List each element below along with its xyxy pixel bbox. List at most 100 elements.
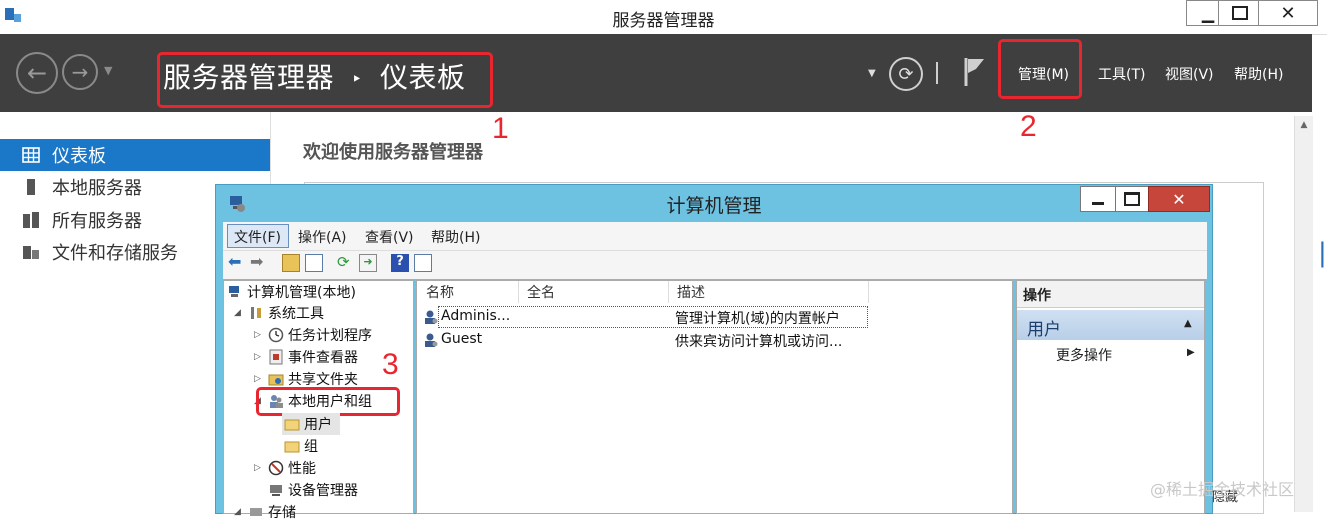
help-icon[interactable]: ? — [391, 254, 409, 272]
annotation-number-2: 2 — [1020, 110, 1037, 143]
cm-menu-file[interactable]: 文件(F) — [234, 227, 281, 247]
server-icon — [27, 179, 35, 195]
cm-minimize-button[interactable] — [1080, 186, 1116, 212]
forward-icon[interactable]: ➡ — [250, 254, 268, 272]
welcome-heading: 欢迎使用服务器管理器 — [303, 142, 483, 163]
notification-dropdown-icon[interactable]: ▼ — [868, 68, 876, 79]
flag-icon[interactable] — [962, 56, 986, 88]
minimize-icon: ▁ — [1201, 3, 1215, 23]
storage-icon — [23, 246, 39, 259]
performance-icon — [268, 460, 284, 476]
cm-menu-help[interactable]: 帮助(H) — [431, 227, 480, 247]
window-title: 服务器管理器 — [612, 11, 715, 31]
back-button[interactable]: ← — [16, 52, 58, 94]
back-icon[interactable]: ⬅ — [228, 254, 246, 272]
expand-toggle-icon[interactable]: ▷ — [254, 374, 264, 384]
minimize-icon — [1092, 201, 1104, 205]
cm-maximize-button[interactable] — [1115, 186, 1149, 212]
annotation-box-1 — [157, 52, 493, 108]
user-icon — [425, 310, 438, 324]
tree-item-computer-management[interactable]: 计算机管理(本地) — [227, 281, 356, 303]
history-dropdown-icon[interactable]: ▼ — [104, 64, 112, 77]
row-description: 供来宾访问计算机或访问... — [675, 334, 843, 350]
up-folder-icon[interactable] — [282, 254, 300, 272]
user-icon — [425, 333, 438, 347]
refresh-icon[interactable]: ⟳ — [889, 57, 923, 91]
collapse-toggle-icon[interactable]: ◢ — [234, 507, 244, 517]
device-manager-icon — [270, 485, 282, 496]
back-arrow-icon: ← — [26, 59, 48, 87]
watermark: @稀土掘金技术社区 — [1150, 480, 1295, 499]
maximize-button[interactable] — [1218, 0, 1262, 26]
submenu-arrow-icon: ▶ — [1187, 347, 1195, 358]
refresh-icon[interactable]: ⟳ — [337, 254, 355, 272]
annotation-box-2 — [998, 39, 1082, 99]
actions-header: 操作 — [1023, 288, 1051, 304]
action-pane-icon[interactable] — [414, 254, 432, 272]
tree-item-users[interactable]: 用户 — [282, 413, 332, 435]
clock-icon — [268, 327, 284, 343]
tree-label: 性能 — [288, 461, 316, 477]
shared-folder-icon — [268, 374, 284, 386]
vertical-scrollbar[interactable]: ▲ — [1294, 116, 1313, 512]
tree-label: 任务计划程序 — [288, 328, 372, 344]
dashboard-grid-icon — [22, 147, 40, 163]
collapse-section-icon[interactable]: ▲ — [1184, 318, 1192, 329]
expand-toggle-icon[interactable]: ▷ — [254, 330, 264, 340]
menu-help[interactable]: 帮助(H) — [1234, 64, 1283, 84]
folder-icon — [284, 441, 300, 453]
computer-management-title: 计算机管理 — [666, 195, 762, 217]
tree-label: 设备管理器 — [288, 483, 358, 499]
header-divider — [936, 62, 938, 84]
tree-item-event-viewer[interactable]: ▷ 事件查看器 — [254, 346, 358, 368]
row-name[interactable]: Adminis... — [441, 308, 510, 324]
maximize-icon — [1232, 6, 1248, 20]
annotation-number-3: 3 — [382, 348, 399, 381]
annotation-box-3 — [256, 387, 400, 416]
tree-item-device-manager[interactable]: 设备管理器 — [264, 479, 358, 501]
scroll-up-icon[interactable]: ▲ — [1295, 120, 1313, 130]
close-icon: ✕ — [1280, 2, 1296, 24]
forward-button[interactable]: → — [62, 54, 98, 90]
column-header-description[interactable]: 描述 — [669, 281, 869, 303]
tree-label: 存储 — [268, 505, 296, 521]
show-hide-tree-icon[interactable] — [305, 254, 323, 272]
close-icon: ✕ — [1172, 189, 1186, 209]
expand-toggle-icon[interactable]: ▷ — [254, 352, 264, 362]
tree-label: 计算机管理(本地) — [247, 285, 356, 301]
tree-label: 用户 — [304, 417, 332, 433]
folder-icon — [284, 419, 300, 431]
menu-tools[interactable]: 工具(T) — [1098, 64, 1145, 84]
forward-arrow-icon: → — [71, 60, 89, 84]
column-header-fullname[interactable]: 全名 — [519, 281, 669, 303]
column-header-name[interactable]: 名称 — [418, 281, 519, 303]
tools-icon — [251, 307, 261, 319]
tree-item-system-tools[interactable]: ◢ 系统工具 — [234, 302, 324, 324]
sidebar-item-label: 仪表板 — [52, 146, 106, 167]
collapse-toggle-icon[interactable]: ◢ — [234, 308, 244, 318]
annotation-number-1: 1 — [492, 112, 509, 145]
tree-item-performance[interactable]: ▷ 性能 — [254, 457, 316, 479]
sidebar-item-dashboard[interactable]: 仪表板 — [0, 139, 270, 171]
tree-label: 共享文件夹 — [288, 372, 358, 388]
cm-menu-action[interactable]: 操作(A) — [298, 227, 347, 247]
tree-label: 事件查看器 — [288, 350, 358, 366]
sidebar-item-label: 所有服务器 — [52, 211, 142, 232]
tree-item-groups[interactable]: 组 — [282, 435, 318, 457]
maximize-icon — [1124, 192, 1140, 206]
tree-label: 系统工具 — [268, 306, 324, 322]
event-viewer-icon — [269, 349, 283, 365]
partial-edge-glyph: | — [1318, 238, 1327, 268]
actions-section-title: 用户 — [1027, 320, 1061, 340]
action-more-actions[interactable]: 更多操作 — [1056, 345, 1112, 365]
export-list-icon[interactable]: ➜ — [359, 254, 377, 272]
tree-item-task-scheduler[interactable]: ▷ 任务计划程序 — [254, 324, 372, 346]
row-name[interactable]: Guest — [441, 331, 482, 347]
close-button[interactable]: ✕ — [1258, 0, 1318, 26]
tree-item-storage[interactable]: ◢ 存储 — [234, 501, 296, 523]
expand-toggle-icon[interactable]: ▷ — [254, 463, 264, 473]
sidebar-item-label: 本地服务器 — [52, 178, 142, 199]
menu-view[interactable]: 视图(V) — [1165, 64, 1214, 84]
cm-menu-view[interactable]: 查看(V) — [365, 227, 414, 247]
cm-close-button[interactable]: ✕ — [1148, 186, 1210, 212]
